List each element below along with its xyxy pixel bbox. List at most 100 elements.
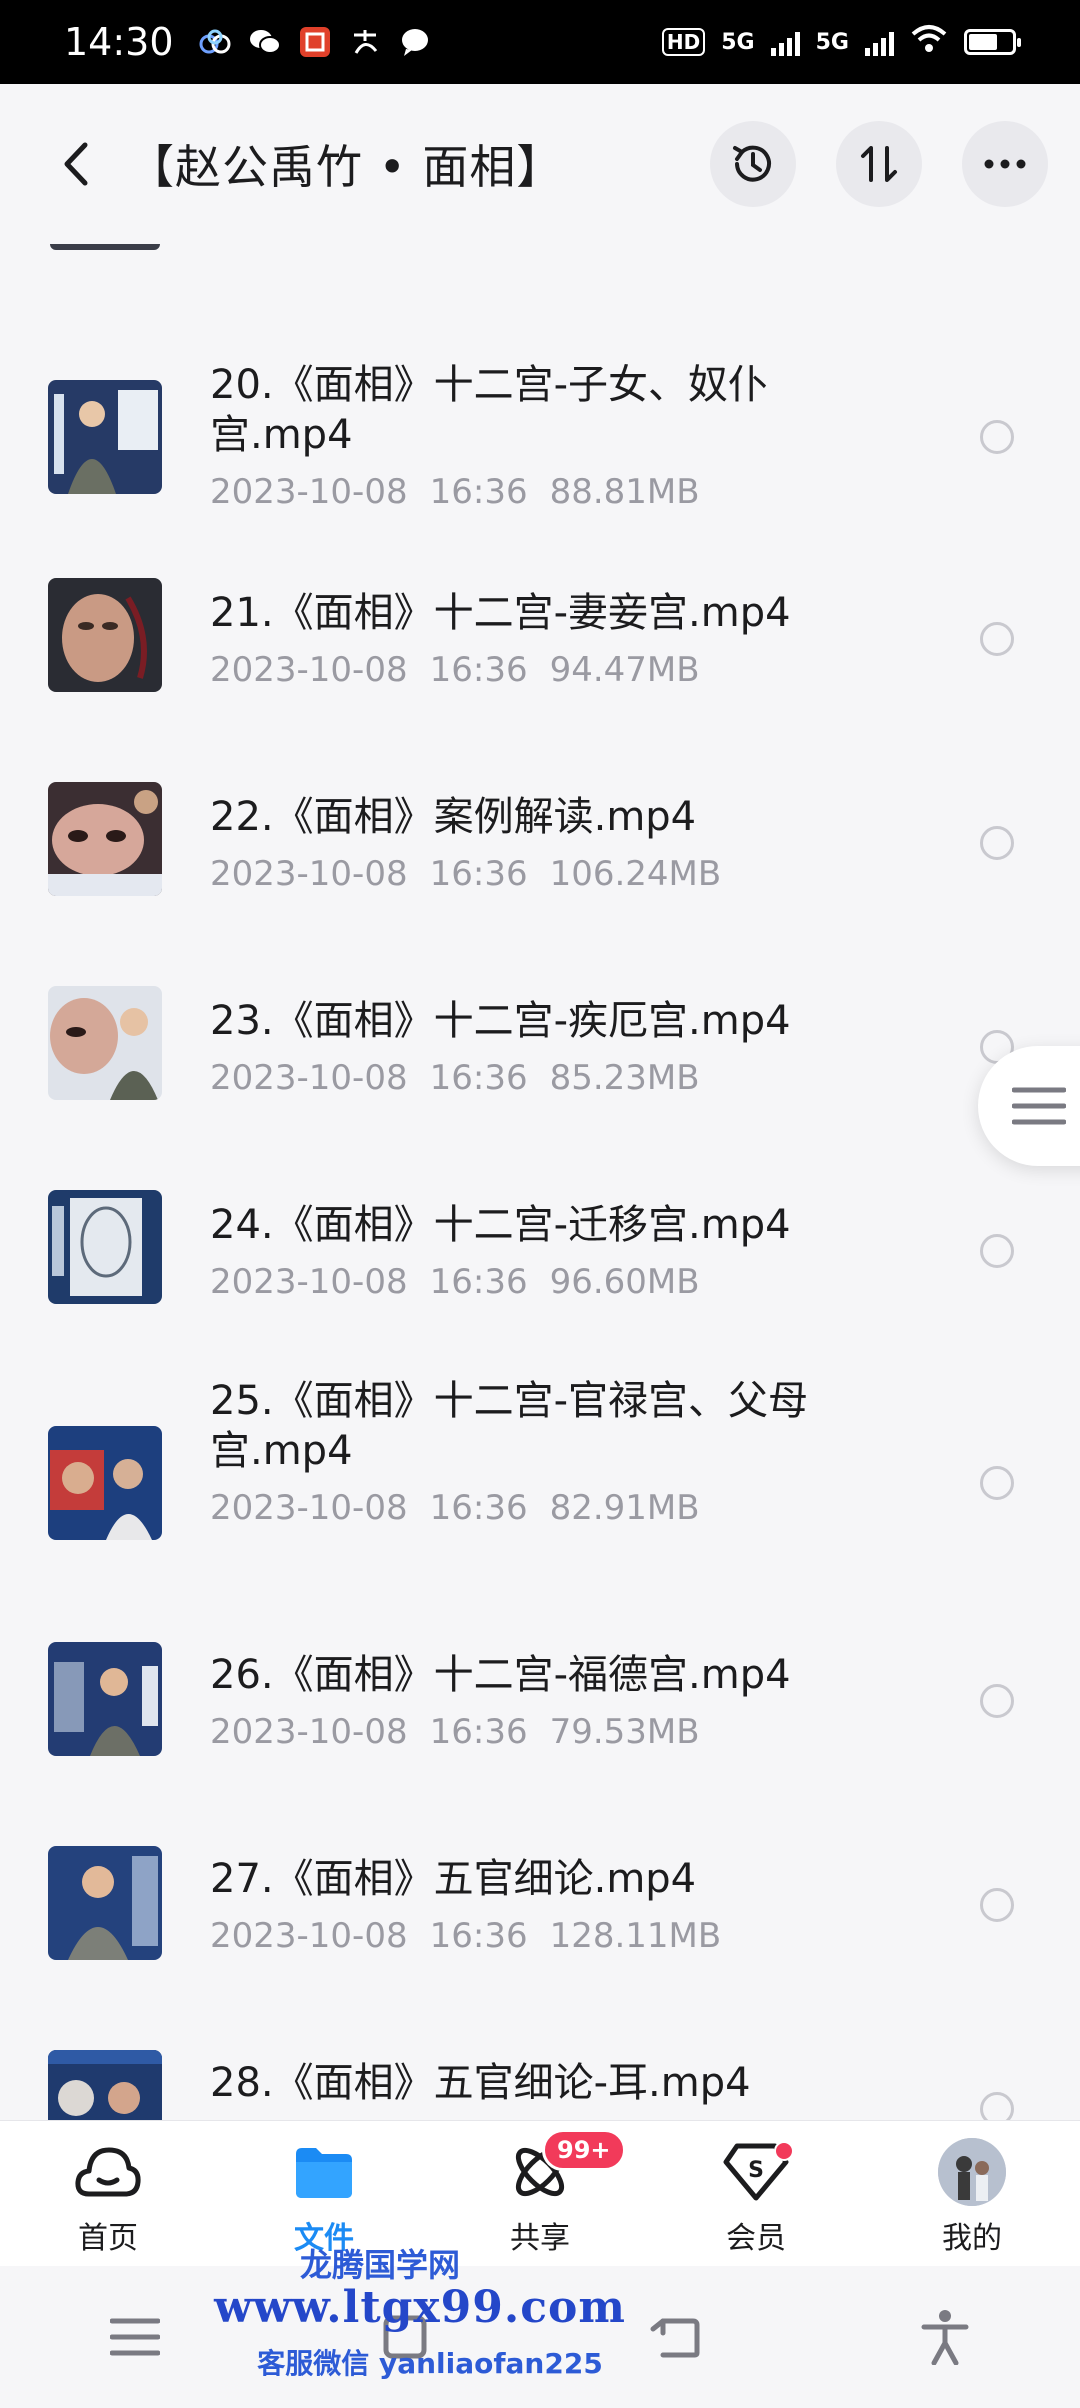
history-icon	[733, 145, 771, 182]
file-row[interactable]: 26.《面相》十二宫-福德宫.mp4 2023-10-08 16:36 79.53M…	[0, 1610, 1080, 1814]
wifi-icon	[910, 24, 948, 60]
sim2-label: 5G	[815, 29, 849, 55]
file-meta: 2023-10-08 16:36 128.11MB	[210, 1914, 890, 1958]
menu-lines-icon	[1012, 1087, 1066, 1125]
page-title: 【赵公禹竹 • 面相】	[128, 140, 564, 194]
file-name: 22.《面相》案例解读.mp4	[210, 794, 697, 840]
file-row[interactable]: 21.《面相》十二宫-妻妾宫.mp4 2023-10-08 16:36 94.47M…	[0, 538, 1080, 742]
select-radio[interactable]	[980, 826, 1014, 860]
file-row[interactable]: 24.《面相》十二宫-迁移宫.mp4 2023-10-08 16:36 96.60M…	[0, 1150, 1080, 1354]
avatar	[938, 2138, 1006, 2206]
video-thumbnail	[48, 1846, 162, 1960]
watermark-site-name: 龙腾国学网	[299, 2246, 460, 2284]
sim1-label: 5G	[721, 29, 755, 55]
taobao-icon	[298, 25, 332, 59]
tab-label: 我的	[942, 2221, 1002, 2256]
wechat-icon	[248, 25, 282, 59]
file-name: 28.《面相》五官细论-耳.mp4	[210, 2060, 751, 2106]
select-radio[interactable]	[980, 1888, 1014, 1922]
file-name: 25.《面相》十二宫-官禄宫、父母宫.mp4	[210, 1378, 809, 1474]
file-list: 20.《面相》十二宫-子女、奴仆宫.mp4 2023-10-08 16:36 88.…	[0, 244, 1080, 2120]
file-meta: 2023-10-08 16:36 94.47MB	[210, 648, 890, 692]
file-row[interactable]: 22.《面相》案例解读.mp4 2023-10-08 16:36 106.24MB	[0, 742, 1080, 946]
file-date: 2023-10-08	[210, 854, 408, 894]
file-time: 16:36	[429, 1712, 528, 1752]
file-row[interactable]: 25.《面相》十二宫-官禄宫、父母宫.mp4 2023-10-08 16:36 82…	[0, 1354, 1080, 1610]
file-size: 82.91MB	[549, 1488, 700, 1528]
video-thumbnail	[48, 1426, 162, 1540]
file-meta: 2023-10-08 16:36 88.81MB	[210, 470, 890, 514]
file-name: 21.《面相》十二宫-妻妾宫.mp4	[210, 590, 791, 636]
file-time: 16:36	[429, 1488, 528, 1528]
video-thumbnail	[48, 2050, 162, 2120]
file-date: 2023-10-08	[210, 1058, 408, 1098]
file-time: 16:36	[429, 854, 528, 894]
file-size: 128.11MB	[549, 1916, 722, 1956]
file-size: 85.23MB	[549, 1058, 700, 1098]
file-time: 16:36	[429, 1262, 528, 1302]
sort-button[interactable]	[836, 121, 922, 207]
cloud-home-icon	[71, 2135, 145, 2209]
status-bar: 14:30 HD 5G 5G	[0, 0, 1080, 84]
file-row[interactable]: 28.《面相》五官细论-耳.mp4	[0, 2018, 1080, 2120]
file-name: 27.《面相》五官细论.mp4	[210, 1856, 697, 1902]
battery-icon	[964, 29, 1021, 55]
select-radio[interactable]	[980, 1466, 1014, 1500]
select-radio[interactable]	[980, 622, 1014, 656]
more-dots-icon	[984, 159, 1026, 169]
file-row[interactable]: 23.《面相》十二宫-疾厄宫.mp4 2023-10-08 16:36 85.23M…	[0, 946, 1080, 1150]
avatar-wrapper	[935, 2135, 1009, 2209]
file-time: 16:36	[429, 1916, 528, 1956]
video-thumbnail	[48, 1642, 162, 1756]
alipay-icon	[348, 25, 382, 59]
file-date: 2023-10-08	[210, 1916, 408, 1956]
chevron-left-icon	[64, 142, 88, 186]
file-meta: 2023-10-08 16:36 106.24MB	[210, 852, 890, 896]
file-meta: 2023-10-08 16:36 85.23MB	[210, 1056, 890, 1100]
file-size: 79.53MB	[549, 1712, 700, 1752]
file-date: 2023-10-08	[210, 1262, 408, 1302]
baidu-netdisk-icon	[198, 25, 232, 59]
status-time: 14:30	[64, 20, 174, 64]
file-time: 16:36	[429, 1058, 528, 1098]
file-meta: 2023-10-08 16:36 79.53MB	[210, 1710, 890, 1754]
file-size: 106.24MB	[549, 854, 722, 894]
message-icon	[398, 25, 432, 59]
file-name: 23.《面相》十二宫-疾厄宫.mp4	[210, 998, 791, 1044]
video-thumbnail	[48, 986, 162, 1100]
sort-arrows-icon	[861, 146, 897, 182]
file-date: 2023-10-08	[210, 650, 408, 690]
video-thumbnail	[48, 578, 162, 692]
watermark-url: www.ltgx99.com	[214, 2282, 626, 2333]
back-button[interactable]	[52, 140, 100, 188]
notification-badge: 99+	[542, 2129, 626, 2171]
file-date: 2023-10-08	[210, 1488, 408, 1528]
file-row[interactable]: 20.《面相》十二宫-子女、奴仆宫.mp4 2023-10-08 16:36 88.…	[0, 338, 1080, 538]
video-thumbnail	[48, 782, 162, 896]
notification-dot	[774, 2141, 794, 2161]
signal-icon-2	[865, 28, 894, 56]
history-button[interactable]	[710, 121, 796, 207]
select-radio[interactable]	[980, 420, 1014, 454]
more-button[interactable]	[962, 121, 1048, 207]
file-name: 20.《面相》十二宫-子女、奴仆宫.mp4	[210, 362, 769, 458]
folder-icon	[287, 2135, 361, 2209]
file-size: 96.60MB	[549, 1262, 700, 1302]
select-radio[interactable]	[980, 1684, 1014, 1718]
file-row[interactable]: 27.《面相》五官细论.mp4 2023-10-08 16:36 128.11MB	[0, 1814, 1080, 2018]
file-date: 2023-10-08	[210, 472, 408, 512]
video-thumbnail	[48, 380, 162, 494]
top-app-bar: 【赵公禹竹 • 面相】	[0, 84, 1080, 244]
file-meta: 2023-10-08 16:36 82.91MB	[210, 1486, 890, 1530]
file-size: 88.81MB	[549, 472, 700, 512]
file-name: 24.《面相》十二宫-迁移宫.mp4	[210, 1202, 791, 1248]
system-indicators: HD 5G 5G	[661, 24, 1021, 60]
select-radio[interactable]	[980, 1234, 1014, 1268]
file-date: 2023-10-08	[210, 1712, 408, 1752]
file-meta: 2023-10-08 16:36 96.60MB	[210, 1260, 890, 1304]
svg-text:S: S	[748, 2158, 764, 2183]
signal-icon	[770, 28, 800, 56]
select-radio[interactable]	[980, 2092, 1014, 2120]
file-thumbnail-partial	[50, 244, 160, 250]
watermark-contact: 客服微信 yanliaofan225	[257, 2347, 603, 2380]
